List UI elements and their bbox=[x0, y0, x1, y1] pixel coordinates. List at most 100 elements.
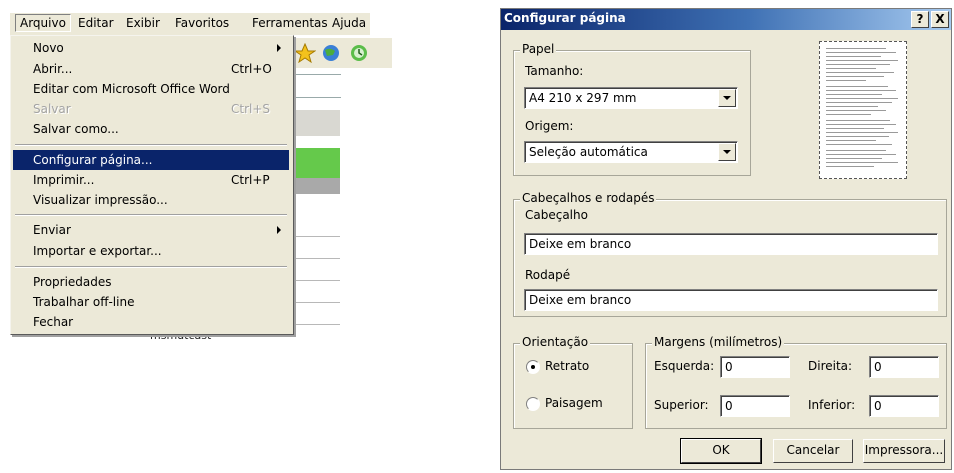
page-divider bbox=[292, 258, 340, 259]
paper-size-select[interactable]: A4 210 x 297 mm bbox=[524, 87, 738, 109]
page-header-fragment bbox=[292, 110, 340, 136]
menu-item-label: Novo bbox=[33, 41, 64, 55]
menu-item-abrir[interactable]: Abrir... Ctrl+O bbox=[13, 59, 289, 79]
menu-favoritos[interactable]: Favoritos bbox=[175, 16, 229, 30]
page-divider bbox=[292, 280, 340, 281]
margin-left-label: Esquerda: bbox=[654, 359, 715, 373]
preview-line bbox=[826, 144, 892, 145]
margin-right-value: 0 bbox=[874, 360, 882, 374]
page-divider bbox=[292, 236, 340, 237]
cancel-button[interactable]: Cancelar bbox=[773, 439, 853, 463]
dropdown-arrow-icon[interactable] bbox=[718, 89, 736, 107]
preview-line bbox=[826, 128, 884, 129]
page-text-fragment: msmutcast bbox=[150, 334, 212, 342]
header-input[interactable]: Deixe em branco bbox=[524, 233, 938, 255]
menu-ajuda[interactable]: Ajuda bbox=[332, 16, 366, 30]
margin-top-input[interactable]: 0 bbox=[720, 395, 790, 417]
menu-item-salvar-como[interactable]: Salvar como... bbox=[13, 119, 289, 139]
preview-line bbox=[826, 154, 896, 155]
paper-source-label: Origem: bbox=[525, 119, 574, 133]
preview-line bbox=[826, 52, 896, 53]
menu-ferramentas[interactable]: Ferramentas bbox=[252, 16, 328, 30]
dialog-title: Configurar página bbox=[504, 11, 626, 25]
landscape-radio[interactable] bbox=[526, 397, 540, 411]
browser-toolbar bbox=[292, 38, 392, 68]
menu-bar: Arquivo Editar Exibir Favoritos Ferramen… bbox=[10, 13, 370, 35]
page-divider bbox=[292, 324, 340, 325]
menu-item-editar-word[interactable]: Editar com Microsoft Office Word bbox=[13, 79, 289, 99]
preview-line bbox=[826, 64, 890, 65]
preview-line bbox=[826, 76, 884, 77]
preview-line bbox=[826, 72, 894, 73]
page-setup-dialog: Configurar página ? X Papel Tamanho: A4 … bbox=[500, 8, 952, 470]
ok-button[interactable]: OK bbox=[680, 438, 762, 464]
margin-right-label: Direita: bbox=[808, 359, 853, 373]
menu-item-label: Editar com Microsoft Office Word bbox=[33, 82, 230, 96]
menu-item-importar-exportar[interactable]: Importar e exportar... bbox=[13, 241, 289, 261]
favorites-star-icon[interactable] bbox=[294, 43, 316, 63]
footer-input[interactable]: Deixe em branco bbox=[524, 289, 938, 311]
menu-item-label: Salvar bbox=[33, 102, 71, 116]
menu-editar[interactable]: Editar bbox=[78, 16, 114, 30]
menu-item-shortcut: Ctrl+S bbox=[231, 102, 271, 116]
history-icon[interactable] bbox=[348, 43, 370, 63]
preview-line bbox=[826, 102, 892, 103]
menu-exibir[interactable]: Exibir bbox=[126, 16, 160, 30]
submenu-arrow-icon bbox=[277, 44, 281, 52]
menu-item-configurar-pagina[interactable]: Configurar página... bbox=[13, 150, 289, 170]
menu-item-enviar[interactable]: Enviar bbox=[13, 220, 289, 240]
menu-item-salvar: Salvar Ctrl+S bbox=[13, 99, 289, 119]
menu-item-propriedades[interactable]: Propriedades bbox=[13, 272, 289, 292]
menu-item-label: Configurar página... bbox=[33, 153, 153, 167]
menu-arquivo[interactable]: Arquivo bbox=[15, 14, 71, 32]
preview-line bbox=[826, 98, 898, 99]
file-menu: Novo Abrir... Ctrl+O Editar com Microsof… bbox=[10, 35, 294, 335]
menu-item-label: Propriedades bbox=[33, 275, 112, 289]
media-globe-icon[interactable] bbox=[320, 43, 342, 63]
page-divider bbox=[292, 302, 340, 303]
menu-separator bbox=[15, 214, 287, 216]
landscape-label[interactable]: Paisagem bbox=[545, 396, 603, 410]
preview-line bbox=[826, 124, 896, 125]
preview-line bbox=[826, 86, 888, 87]
margin-bottom-input[interactable]: 0 bbox=[869, 395, 939, 417]
preview-line bbox=[826, 114, 871, 115]
printer-button[interactable]: Impressora... bbox=[863, 439, 945, 463]
margin-top-label: Superior: bbox=[654, 398, 709, 412]
header-value: Deixe em branco bbox=[529, 237, 632, 251]
preview-line bbox=[826, 140, 876, 141]
orientation-group-label: Orientação bbox=[520, 335, 591, 349]
margin-right-input[interactable]: 0 bbox=[869, 356, 939, 378]
preview-line bbox=[826, 150, 886, 151]
footer-label: Rodapé bbox=[525, 268, 571, 282]
margin-left-input[interactable]: 0 bbox=[720, 356, 790, 378]
menu-item-novo[interactable]: Novo bbox=[13, 38, 289, 58]
menu-item-shortcut: Ctrl+P bbox=[231, 173, 270, 187]
menu-item-fechar[interactable]: Fechar bbox=[13, 312, 289, 332]
menu-item-label: Importar e exportar... bbox=[33, 244, 162, 258]
close-button[interactable]: X bbox=[931, 11, 949, 28]
submenu-arrow-icon bbox=[277, 226, 281, 234]
preview-line bbox=[826, 166, 874, 167]
portrait-label[interactable]: Retrato bbox=[545, 359, 589, 373]
header-label: Cabeçalho bbox=[525, 208, 588, 222]
page-banner-fragment bbox=[292, 148, 340, 178]
menu-item-visualizar-impressao[interactable]: Visualizar impressão... bbox=[13, 190, 289, 210]
menu-item-imprimir[interactable]: Imprimir... Ctrl+P bbox=[13, 170, 289, 190]
paper-source-select[interactable]: Seleção automática bbox=[524, 141, 738, 163]
menu-item-trabalhar-offline[interactable]: Trabalhar off-line bbox=[13, 292, 289, 312]
menu-separator bbox=[15, 144, 287, 146]
address-bar-fragment[interactable] bbox=[292, 74, 341, 98]
menu-item-label: Enviar bbox=[33, 223, 71, 237]
dialog-titlebar[interactable]: Configurar página ? X bbox=[501, 9, 951, 30]
preview-line bbox=[826, 60, 898, 61]
menu-item-label: Imprimir... bbox=[33, 173, 95, 187]
menu-separator bbox=[15, 266, 287, 268]
help-button[interactable]: ? bbox=[911, 11, 929, 28]
preview-line bbox=[826, 90, 896, 91]
preview-line bbox=[826, 68, 876, 69]
portrait-radio[interactable] bbox=[526, 360, 540, 374]
paper-size-label: Tamanho: bbox=[525, 64, 584, 78]
dropdown-arrow-icon[interactable] bbox=[718, 143, 736, 161]
page-preview bbox=[819, 41, 907, 179]
